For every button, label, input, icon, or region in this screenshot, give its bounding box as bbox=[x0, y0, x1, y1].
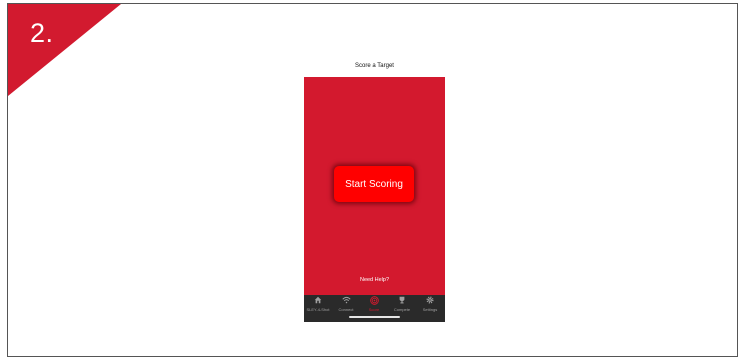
tab-connect[interactable]: Connect bbox=[332, 296, 360, 314]
tab-label: SLEY-4-Shot bbox=[306, 307, 330, 312]
tab-label: Score bbox=[368, 307, 380, 312]
tab-bar: SLEY-4-Shot Connect Score Compete Settin… bbox=[304, 295, 445, 322]
need-help-link[interactable]: Need Help? bbox=[304, 277, 445, 283]
home-icon bbox=[304, 296, 332, 307]
wifi-icon bbox=[332, 296, 360, 307]
tab-label: Compete bbox=[393, 307, 411, 312]
gear-icon bbox=[416, 296, 444, 307]
start-scoring-button[interactable]: Start Scoring bbox=[334, 166, 414, 202]
tab-label: Settings bbox=[422, 307, 438, 312]
step-corner-banner bbox=[8, 4, 121, 96]
target-icon bbox=[360, 296, 388, 307]
app-header: Score a Target bbox=[304, 48, 445, 77]
page-title: Score a Target bbox=[355, 63, 394, 69]
tab-compete[interactable]: Compete bbox=[388, 296, 416, 314]
score-panel: Start Scoring Need Help? bbox=[304, 77, 445, 295]
tab-home[interactable]: SLEY-4-Shot bbox=[304, 296, 332, 314]
tab-score[interactable]: Score bbox=[360, 296, 388, 314]
tab-settings[interactable]: Settings bbox=[416, 296, 444, 314]
step-number: 2. bbox=[30, 18, 54, 48]
trophy-icon bbox=[388, 296, 416, 307]
phone-screen: Score a Target Start Scoring Need Help? … bbox=[304, 48, 445, 322]
tab-label: Connect bbox=[338, 307, 354, 312]
home-indicator bbox=[349, 316, 400, 318]
